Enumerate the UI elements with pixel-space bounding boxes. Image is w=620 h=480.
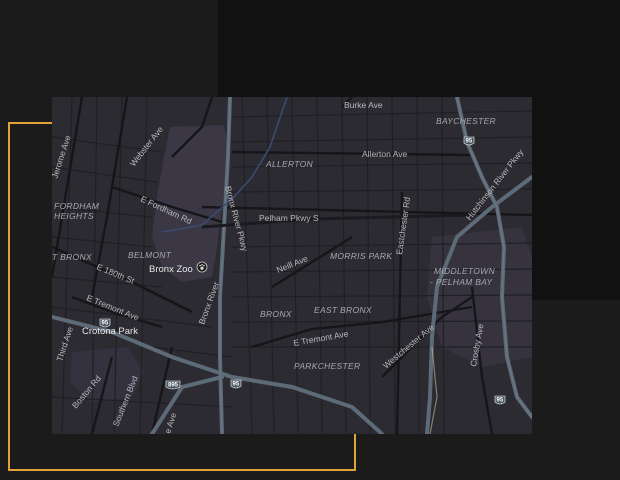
- svg-text:95: 95: [497, 398, 504, 404]
- area-label-belmont: BELMONT: [128, 250, 172, 260]
- interstate-shield-895: 895: [165, 380, 181, 390]
- area-label-pelham-bay: - PELHAM BAY: [430, 277, 494, 287]
- map-canvas[interactable]: BAYCHESTER ALLERTON FORDHAM HEIGHTS BELM…: [52, 97, 532, 434]
- svg-text:895: 895: [168, 383, 179, 389]
- area-label-east-bronx: EAST BRONX: [314, 305, 372, 315]
- area-label-bronx: BRONX: [260, 309, 292, 319]
- svg-text:95: 95: [233, 382, 240, 388]
- background-panel-top-left: [0, 0, 218, 97]
- poi-label-bronx-zoo[interactable]: Bronx Zoo: [149, 264, 193, 275]
- street-label-pelham-pkwy: Pelham Pkwy S: [259, 213, 319, 223]
- accent-frame-right: [354, 434, 356, 471]
- street-label-allerton-ave: Allerton Ave: [362, 149, 407, 159]
- paw-icon[interactable]: [196, 261, 208, 273]
- street-label-bronx-river: Bronx River: [196, 280, 221, 325]
- street-label-burke-ave: Burke Ave: [344, 100, 383, 110]
- poi-label-crotona-park[interactable]: Crotona Park: [82, 326, 138, 337]
- street-label-westchester-ave: Westchester Ave: [381, 322, 436, 371]
- interstate-shield-95-mid: 95: [230, 379, 242, 389]
- area-label-middletown: MIDDLETOWN: [434, 266, 495, 276]
- interstate-shield-95-east: 95: [494, 395, 506, 405]
- area-label-morris-park: MORRIS PARK: [330, 251, 392, 261]
- map-view[interactable]: BAYCHESTER ALLERTON FORDHAM HEIGHTS BELM…: [52, 97, 532, 434]
- street-label-eastchester-rd: Eastchester Rd: [394, 196, 412, 255]
- area-label-baychester: BAYCHESTER: [436, 116, 496, 126]
- area-label-west-bronx: T BRONX: [52, 252, 92, 262]
- area-label-allerton: ALLERTON: [265, 159, 314, 169]
- svg-text:95: 95: [466, 139, 473, 145]
- interstate-shield-95-west: 95: [99, 318, 111, 328]
- area-label-fordham: FORDHAM: [54, 201, 100, 211]
- interstate-shield-95-north: 95: [463, 136, 475, 146]
- svg-text:95: 95: [102, 321, 109, 327]
- area-label-heights: HEIGHTS: [54, 211, 94, 221]
- area-label-parkchester: PARKCHESTER: [294, 361, 360, 371]
